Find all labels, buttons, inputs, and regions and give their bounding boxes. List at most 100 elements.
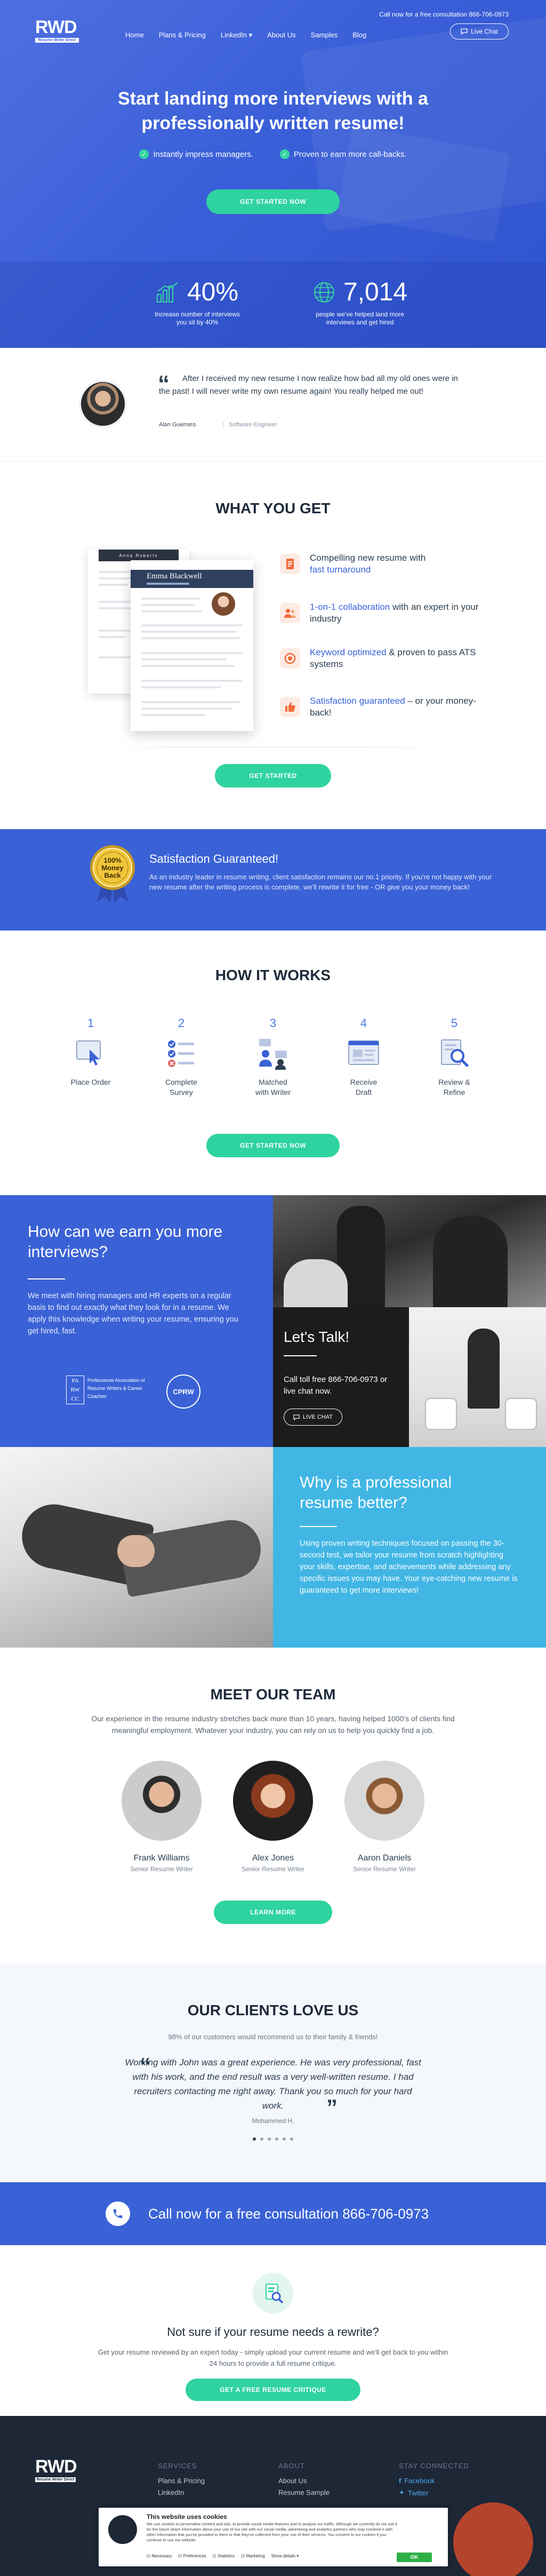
carousel-dot[interactable] (283, 2137, 286, 2141)
carousel-dot[interactable] (268, 2137, 271, 2141)
what-you-get-get-started-button[interactable]: GET STARTED (215, 764, 331, 788)
cookie-show-details[interactable]: Show details ▾ (271, 2554, 299, 2558)
hero-get-started-button[interactable]: GET STARTED NOW (206, 189, 340, 214)
carousel-dot[interactable] (260, 2137, 263, 2141)
footer-twitter-link[interactable]: ✦ Twitter (399, 2488, 428, 2497)
carousel-dot[interactable] (253, 2137, 256, 2141)
cookie-option[interactable]: ☑ Necessary (147, 2554, 172, 2558)
footer-services-title: SERVICES (158, 2462, 197, 2470)
checkbox-checked-icon: ☑ (178, 2554, 182, 2558)
step-label-line: Draft (355, 1088, 372, 1096)
step-label-line: Receive (350, 1078, 378, 1086)
resume-line (99, 656, 132, 658)
site-logo[interactable]: RWD Resume Writer Direct (35, 18, 79, 43)
stat-value: 40% (187, 278, 239, 306)
footer-facebook-link[interactable]: f Facebook (399, 2477, 435, 2485)
carousel-dot[interactable] (290, 2137, 293, 2141)
footer-logo[interactable]: RWD Resume Writer Direct (35, 2458, 77, 2482)
live-chat-button[interactable]: Live Chat (450, 23, 509, 39)
team-learn-more-button[interactable]: LEARN MORE (214, 1901, 332, 1924)
resume-line (141, 701, 240, 703)
photo-figure (284, 1259, 348, 1307)
team-member-role: Senior Resume Writer (353, 1865, 416, 1873)
how-it-works-get-started-button[interactable]: GET STARTED NOW (206, 1134, 340, 1157)
why-title: Why is a professional resume better? (300, 1474, 452, 1512)
wyg-text: Satisfaction guaranteed – or your money-… (310, 695, 480, 719)
clients-quote: Working with John was a great experience… (125, 2057, 421, 2111)
cookie-option-label: Preferences (183, 2554, 206, 2558)
nav-samples[interactable]: Samples (311, 31, 338, 39)
cursor-click-icon (74, 1036, 108, 1070)
call-band-text[interactable]: Call now for a free consultation 866-706… (148, 2206, 429, 2222)
cookie-option[interactable]: ☑ Statistics (213, 2554, 235, 2558)
carousel-dots (0, 2137, 546, 2141)
team-member-photo (233, 1761, 313, 1841)
resume-sample-front: Emma Blackwell (131, 560, 253, 731)
resume-line (141, 637, 240, 639)
wyg-text: 1-on-1 collaboration with an expert in y… (310, 601, 480, 625)
team-member-name: Aaron Daniels (357, 1854, 412, 1863)
cookie-ok-button[interactable]: OK (397, 2553, 432, 2562)
hero-checks: ✓ Instantly impress managers. ✓ Proven to … (0, 149, 546, 159)
divider (300, 1526, 337, 1527)
team-member: Aaron Daniels Senior Resume Writer (334, 1761, 435, 1874)
cookie-option[interactable]: ☑ Marketing (241, 2554, 265, 2558)
step-number: 4 (360, 1016, 367, 1030)
footer-link[interactable]: About Us (278, 2477, 307, 2485)
nav-blog[interactable]: Blog (352, 31, 366, 39)
resume-line (141, 686, 221, 688)
wyg-text-highlight: fast turnaround (310, 565, 371, 575)
team-member-name: Frank Williams (133, 1854, 190, 1863)
footer-connect-title: STAY CONNECTED (399, 2462, 469, 2470)
resume-line (99, 601, 131, 603)
wyg-item: Satisfaction guaranteed – or your money-… (280, 695, 480, 719)
step-receive-draft: 4 Receive Draft (332, 1016, 396, 1098)
photo-chair (425, 1398, 457, 1430)
stat-label: Increase number of interviews you sit by… (136, 311, 259, 327)
carousel-dot[interactable] (275, 2137, 278, 2141)
team-member-photo (122, 1761, 202, 1841)
badge-text: 100% Money Back (88, 857, 137, 879)
nav-home[interactable]: Home (125, 31, 144, 39)
stat-label-line: you sit by 40% (176, 319, 219, 326)
hero-title-line1: Start landing more interviews with a (118, 89, 428, 109)
divider (85, 747, 461, 748)
checkbox-checked-icon: ☑ (241, 2554, 245, 2558)
earn-text: We meet with hiring managers and HR expe… (28, 1292, 238, 1335)
target-icon (280, 648, 300, 669)
why-text: Using proven writing techniques focused … (300, 1539, 518, 1595)
resume-line (99, 607, 134, 609)
step-number: 3 (269, 1016, 277, 1030)
footer-link[interactable]: Resume Sample (278, 2488, 330, 2497)
interview-photo (409, 1307, 546, 1447)
main-nav: Home Plans & Pricing LinkedIn ▾ About Us… (125, 31, 366, 39)
checklist-icon (164, 1036, 198, 1070)
cookie-option[interactable]: ☑ Preferences (178, 2554, 206, 2558)
cookie-option-label: Statistics (218, 2554, 235, 2558)
thumbs-up-icon (280, 697, 300, 717)
team-member-role: Senior Resume Writer (242, 1865, 304, 1873)
critique-title: Not sure if your resume needs a rewrite? (167, 2325, 379, 2339)
checkbox-checked-icon: ☑ (212, 2554, 216, 2558)
step-label: Review & Refine (422, 1077, 486, 1098)
nav-about-us[interactable]: About Us (267, 31, 295, 39)
lets-talk-live-chat-button[interactable]: LIVE CHAT (284, 1409, 342, 1426)
chevron-down-icon: ▾ (296, 2554, 299, 2558)
critique-text: Get your resume reviewed by an expert to… (98, 2348, 448, 2367)
what-you-get-title: WHAT YOU GET (215, 500, 331, 516)
step-label-line: Survey (170, 1088, 193, 1096)
hero-title: Start landing more interviews with a pro… (0, 86, 546, 136)
nav-plans-pricing[interactable]: Plans & Pricing (159, 31, 206, 39)
free-critique-button[interactable]: GET A FREE RESUME CRITIQUE (186, 2379, 360, 2401)
stat-value: 7,014 (343, 278, 408, 306)
chat-bubble-icon (293, 1414, 300, 1420)
footer-social-label: Facebook (404, 2477, 435, 2485)
footer-link[interactable]: Plans & Pricing (158, 2477, 205, 2485)
nav-linkedin[interactable]: LinkedIn ▾ (221, 31, 252, 39)
top-call-text[interactable]: Call now for a free consultation 866-706… (379, 11, 509, 18)
phone-icon[interactable] (106, 2201, 130, 2226)
footer-about-title: ABOUT (278, 2462, 305, 2470)
footer-link[interactable]: LinkedIn (158, 2488, 184, 2497)
testimonial-name: Alan Guerrero (159, 422, 196, 428)
resume-line (141, 604, 195, 606)
